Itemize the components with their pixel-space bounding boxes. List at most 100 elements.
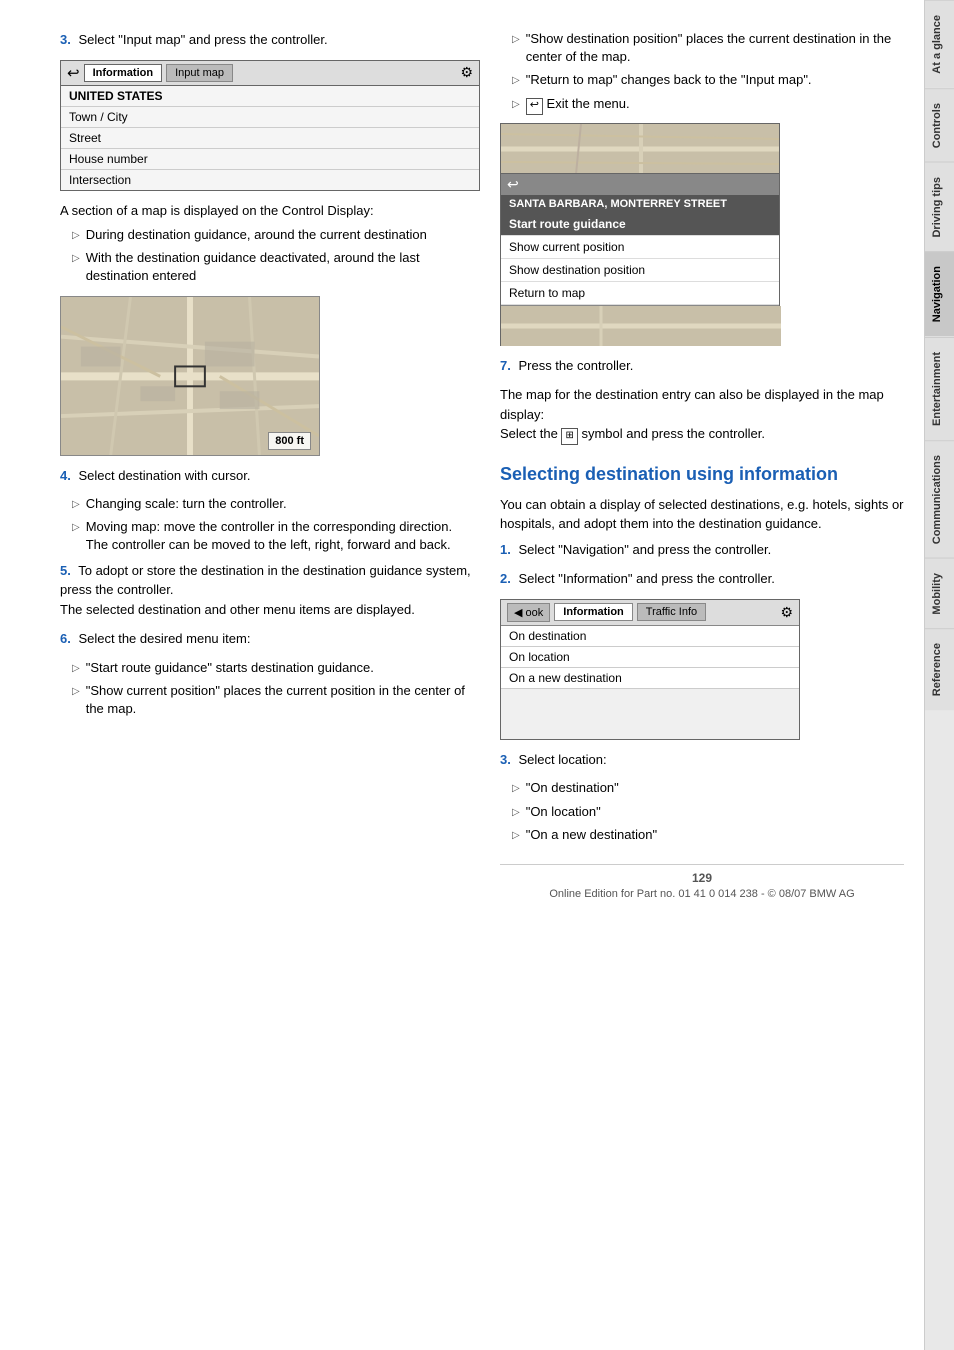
right-column: ▷ "Show destination position" places the… [500, 30, 904, 1330]
bullet-arrow-on-loc: ▷ [512, 806, 520, 820]
bullet-text-2: With the destination guidance deactivate… [86, 249, 480, 285]
step-5-number: 5. [60, 563, 71, 578]
step-3-number: 3. [60, 32, 71, 47]
row-house-number: House number [61, 149, 479, 170]
bullet-arrow-current: ▷ [72, 685, 80, 699]
sidebar-tab-reference[interactable]: Reference [925, 628, 954, 710]
step-7-description: The map for the destination entry can al… [500, 385, 904, 445]
step-3-right-number: 3. [500, 752, 511, 767]
step-7: 7. Press the controller. [500, 356, 904, 376]
step-3-right-text: Select location: [518, 752, 606, 767]
ui-box-header: ↩ Information Input map ⚙ [61, 61, 479, 86]
bullet-arrow-1: ▷ [72, 229, 80, 243]
step-1-right: 1. Select "Navigation" and press the con… [500, 540, 904, 560]
sidebar-tab-mobility[interactable]: Mobility [925, 558, 954, 629]
bullet-start-route: ▷ "Start route guidance" starts destinat… [72, 659, 480, 677]
bullet-text-scale: Changing scale: turn the controller. [86, 495, 287, 513]
exit-icon: ↩ [526, 98, 543, 115]
tab-information[interactable]: Information [84, 64, 163, 82]
bullet-arrow-on-dest: ▷ [512, 782, 520, 796]
santa-barbara-ui-box: ↩ SANTA BARBARA, MONTERREY STREET Start … [500, 123, 780, 346]
menu-row-show-position[interactable]: Show current position [501, 236, 779, 259]
menu-bottom-map [501, 305, 779, 345]
step-4-text: Select destination with cursor. [78, 468, 250, 483]
bullet-text-on-new: "On a new destination" [526, 826, 657, 844]
page-footer: 129 Online Edition for Part no. 01 41 0 … [500, 864, 904, 900]
row-street: Street [61, 128, 479, 149]
map-description: A section of a map is displayed on the C… [60, 201, 480, 221]
bullet-on-new-dest: ▷ "On a new destination" [512, 826, 904, 844]
bullet-text-start: "Start route guidance" starts destinatio… [86, 659, 374, 677]
bullet-text-1: During destination guidance, around the … [86, 226, 427, 244]
step-1-right-text: Select "Navigation" and press the contro… [518, 542, 771, 557]
menu-back-row: ↩ [501, 174, 779, 195]
bullet-scale: ▷ Changing scale: turn the controller. [72, 495, 480, 513]
step-7-text: Press the controller. [518, 358, 633, 373]
bullet-exit-menu: ▷ ↩ Exit the menu. [512, 95, 904, 115]
right-top-bullets: ▷ "Show destination position" places the… [512, 30, 904, 115]
bullet-arrow-on-new: ▷ [512, 829, 520, 843]
grid-symbol: ⊞ [561, 428, 577, 445]
bullet-text-exit: ↩ Exit the menu. [526, 95, 630, 115]
bullet-text-on-loc: "On location" [526, 803, 601, 821]
page-number: 129 [500, 871, 904, 885]
bullet-arrow-start: ▷ [72, 662, 80, 676]
bullet-arrow-move: ▷ [72, 521, 80, 535]
menu-row-return-map[interactable]: Return to map [501, 282, 779, 305]
bullet-show-dest: ▷ "Show destination position" places the… [512, 30, 904, 66]
bullet-arrow-return: ▷ [512, 74, 520, 88]
bullet-text-current: "Show current position" places the curre… [86, 682, 480, 718]
sidebar-tab-at-a-glance[interactable]: At a glance [925, 0, 954, 88]
footer-text: Online Edition for Part no. 01 41 0 014 … [549, 888, 854, 900]
sidebar-tab-communications[interactable]: Communications [925, 440, 954, 558]
step-7-number: 7. [500, 358, 511, 373]
row-town-city: Town / City [61, 107, 479, 128]
settings-icon: ⚙ [460, 64, 473, 81]
tab-traffic-info[interactable]: Traffic Info [637, 603, 706, 621]
step-6-number: 6. [60, 631, 71, 646]
santa-barbara-map-preview [501, 124, 779, 174]
row-on-new-destination[interactable]: On a new destination [501, 668, 799, 689]
map-bullets: ▷ During destination guidance, around th… [72, 226, 480, 286]
bullet-arrow-dest: ▷ [512, 33, 520, 47]
map-image: 800 ft [60, 296, 320, 456]
row-on-destination[interactable]: On destination [501, 626, 799, 647]
sidebar-tab-controls[interactable]: Controls [925, 88, 954, 162]
traffic-header: ◀ ook Information Traffic Info ⚙ [501, 600, 799, 626]
sidebar-tab-driving-tips[interactable]: Driving tips [925, 162, 954, 252]
bullet-arrow-scale: ▷ [72, 498, 80, 512]
bullet-deactivated: ▷ With the destination guidance deactiva… [72, 249, 480, 285]
bullet-text-return: "Return to map" changes back to the "Inp… [526, 71, 812, 89]
traffic-info-ui-box: ◀ ook Information Traffic Info ⚙ On dest… [500, 599, 800, 740]
menu-back-icon: ↩ [507, 176, 519, 193]
menu-row-start-route[interactable]: Start route guidance [501, 213, 779, 236]
tab-information-traffic[interactable]: Information [554, 603, 633, 621]
step-2-right-number: 2. [500, 571, 511, 586]
bullet-on-destination: ▷ "On destination" [512, 779, 904, 797]
sidebar-tab-entertainment[interactable]: Entertainment [925, 337, 954, 440]
row-on-location[interactable]: On location [501, 647, 799, 668]
step-2-right: 2. Select "Information" and press the co… [500, 569, 904, 589]
bullet-arrow-2: ▷ [72, 252, 80, 266]
menu-bullets: ▷ "Start route guidance" starts destinat… [72, 659, 480, 719]
step-3-text: Select "Input map" and press the control… [78, 32, 327, 47]
map-scale-label: 800 ft [268, 432, 311, 450]
step-5-text: To adopt or store the destination in the… [60, 563, 471, 617]
bullet-during-guidance: ▷ During destination guidance, around th… [72, 226, 480, 244]
location-bullets: ▷ "On destination" ▷ "On location" ▷ "On… [512, 779, 904, 844]
bullet-move-map: ▷ Moving map: move the controller in the… [72, 518, 480, 554]
sidebar-tab-navigation[interactable]: Navigation [925, 251, 954, 336]
step-2-right-text: Select "Information" and press the contr… [518, 571, 774, 586]
tab-book[interactable]: ◀ ook [507, 603, 550, 622]
bullet-return-map: ▷ "Return to map" changes back to the "I… [512, 71, 904, 89]
traffic-settings-icon: ⚙ [780, 604, 793, 621]
cursor-bullets: ▷ Changing scale: turn the controller. ▷… [72, 495, 480, 555]
menu-row-show-dest[interactable]: Show destination position [501, 259, 779, 282]
section-intro: You can obtain a display of selected des… [500, 495, 904, 534]
step-4: 4. Select destination with cursor. [60, 466, 480, 486]
left-column: 3. Select "Input map" and press the cont… [60, 30, 480, 1330]
step-1-right-number: 1. [500, 542, 511, 557]
tab-input-map[interactable]: Input map [166, 64, 233, 82]
step-6-text: Select the desired menu item: [78, 631, 250, 646]
bullet-text-move: Moving map: move the controller in the c… [86, 518, 452, 554]
